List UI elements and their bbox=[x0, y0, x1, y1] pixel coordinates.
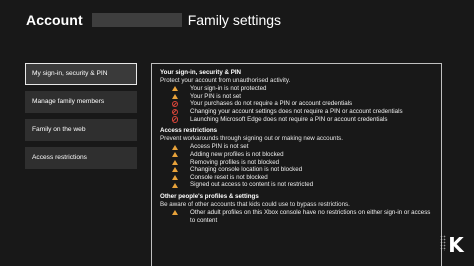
no-entry-icon bbox=[160, 108, 190, 116]
redacted-account-name bbox=[91, 13, 182, 27]
no-entry-icon bbox=[160, 100, 190, 108]
warning-icon bbox=[160, 209, 190, 217]
sidebar-item-sign-in-security-pin[interactable]: My sign-in, security & PIN bbox=[25, 63, 137, 85]
sidebar-item-family-on-the-web[interactable]: Family on the web bbox=[25, 119, 137, 141]
status-text: Adding new profiles is not blocked bbox=[190, 150, 284, 158]
dots-decoration bbox=[440, 235, 446, 251]
sidebar-item-access-restrictions[interactable]: Access restrictions bbox=[25, 147, 137, 169]
section-description: Be aware of other accounts that kids cou… bbox=[160, 200, 350, 208]
section-description: Prevent workarounds through signing out … bbox=[160, 134, 343, 142]
sidebar-item-manage-family-members[interactable]: Manage family members bbox=[25, 91, 137, 113]
section-title: Your sign-in, security & PIN bbox=[160, 69, 242, 76]
warning-icon bbox=[160, 174, 190, 182]
page-title: Family settings bbox=[187, 12, 282, 28]
status-row: Signed out access to content is not rest… bbox=[160, 181, 434, 189]
k-logo-icon: K bbox=[448, 233, 464, 257]
status-row: Your PIN is not set bbox=[160, 93, 434, 101]
status-row: Access PIN is not set bbox=[160, 143, 434, 151]
status-text: Your purchases do not require a PIN or a… bbox=[190, 100, 353, 108]
status-row: Console reset is not blocked bbox=[160, 174, 434, 182]
status-row: Other adult profiles on this Xbox consol… bbox=[160, 209, 434, 224]
section-title: Other people's profiles & settings bbox=[160, 192, 259, 200]
warning-icon bbox=[160, 85, 190, 93]
status-row: Changing console location is not blocked bbox=[160, 166, 434, 174]
warning-icon bbox=[160, 181, 190, 189]
status-text: Launching Microsoft Edge does not requir… bbox=[190, 115, 388, 123]
status-row: Changing your account settings does not … bbox=[160, 108, 434, 116]
warning-icon bbox=[160, 159, 190, 167]
status-row: Your purchases do not require a PIN or a… bbox=[160, 100, 434, 108]
sidebar-nav: My sign-in, security & PIN Manage family… bbox=[25, 63, 137, 175]
status-text: Changing your account settings does not … bbox=[190, 107, 403, 115]
warning-icon bbox=[160, 151, 190, 159]
status-text: Removing profiles is not blocked bbox=[190, 158, 280, 166]
page-header: Account Family settings bbox=[26, 8, 281, 32]
no-entry-icon bbox=[160, 116, 190, 124]
details-panel: Your sign-in, security & PIN Protect you… bbox=[151, 63, 442, 266]
status-text: Other adult profiles on this Xbox consol… bbox=[190, 209, 431, 224]
status-text: Your PIN is not set bbox=[190, 92, 242, 100]
status-row: Adding new profiles is not blocked bbox=[160, 151, 434, 159]
status-text: Your sign-in is not protected bbox=[190, 85, 267, 93]
watermark-logo: K bbox=[440, 232, 464, 258]
warning-icon bbox=[160, 143, 190, 151]
warning-icon bbox=[160, 166, 190, 174]
status-row: Your sign-in is not protected bbox=[160, 85, 434, 93]
status-text: Changing console location is not blocked bbox=[190, 166, 303, 174]
status-text: Access PIN is not set bbox=[190, 143, 249, 151]
status-row: Removing profiles is not blocked bbox=[160, 159, 434, 167]
status-row: Launching Microsoft Edge does not requir… bbox=[160, 116, 434, 124]
section-description: Protect your account from unauthorised a… bbox=[160, 76, 291, 84]
status-text: Console reset is not blocked bbox=[190, 173, 268, 181]
section-title: Access restrictions bbox=[160, 127, 218, 135]
account-label: Account bbox=[26, 12, 83, 28]
warning-icon bbox=[160, 93, 190, 101]
status-text: Signed out access to content is not rest… bbox=[190, 181, 314, 189]
